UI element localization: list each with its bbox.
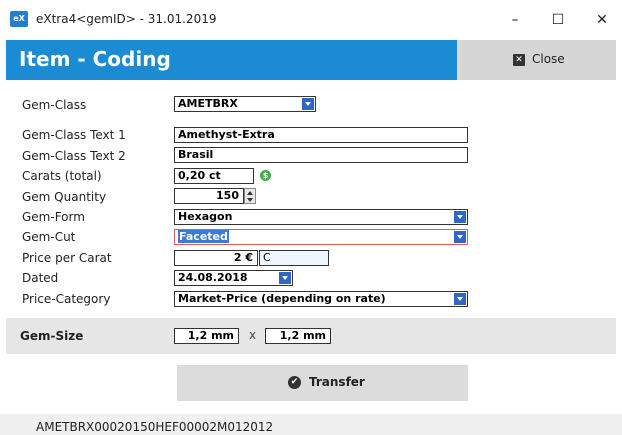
gem-form-value: Hexagon <box>178 210 233 223</box>
price-category-select[interactable]: Market-Price (depending on rate) <box>174 291 468 307</box>
gem-class-text2-field[interactable]: Brasil <box>174 147 468 163</box>
price-per-carat-label: Price per Carat <box>22 251 112 265</box>
transfer-button-label: Transfer <box>309 375 365 389</box>
quantity-stepper[interactable] <box>244 188 256 204</box>
carats-field[interactable]: 0,20 ct <box>174 168 254 184</box>
gem-class-text2-label: Gem-Class Text 2 <box>22 149 126 163</box>
gem-form-select[interactable]: Hexagon <box>174 209 468 225</box>
page-title: Item - Coding <box>19 47 171 71</box>
chevron-down-icon[interactable] <box>454 293 466 305</box>
gem-quantity-field[interactable]: 150 <box>174 188 244 204</box>
window-close-button[interactable]: ✕ <box>582 6 622 34</box>
close-button-label: Close <box>532 52 565 66</box>
item-code: AMETBRX00020150HEF00002M012012 <box>36 420 274 434</box>
gem-class-text1-field[interactable]: Amethyst-Extra <box>174 127 468 143</box>
gem-class-text1-label: Gem-Class Text 1 <box>22 128 126 142</box>
check-icon: ✔ <box>288 376 301 389</box>
gem-size-label: Gem-Size <box>20 329 84 343</box>
dated-label: Dated <box>22 271 59 285</box>
maximize-button[interactable]: ☐ <box>538 6 578 34</box>
chevron-down-icon[interactable] <box>454 231 466 243</box>
page-header: Item - Coding ✕ Close <box>6 40 616 80</box>
gem-size-width-field[interactable]: 1,2 mm <box>174 328 239 344</box>
gem-size-height-field[interactable]: 1,2 mm <box>265 328 331 344</box>
stepper-down-icon[interactable] <box>247 198 253 202</box>
price-code-field[interactable]: C <box>259 250 329 266</box>
close-icon: ✕ <box>513 54 525 66</box>
price-category-value: Market-Price (depending on rate) <box>178 292 386 305</box>
gem-cut-value: Faceted <box>178 230 229 243</box>
app-icon: eX <box>10 11 28 27</box>
price-category-label: Price-Category <box>22 292 111 306</box>
gem-cut-label: Gem-Cut <box>22 230 76 244</box>
chevron-down-icon[interactable] <box>454 211 466 223</box>
transfer-button[interactable]: ✔ Transfer <box>177 365 468 401</box>
status-bar: AMETBRX00020150HEF00002M012012 <box>0 414 622 435</box>
dated-select[interactable]: 24.08.2018 <box>174 270 293 286</box>
close-button[interactable]: ✕ Close <box>457 40 616 80</box>
gem-size-separator: x <box>249 328 257 342</box>
carats-label: Carats (total) <box>22 169 102 183</box>
stepper-up-icon[interactable] <box>247 191 253 195</box>
window-title: eXtra4<gemID> - 31.01.2019 <box>36 12 217 26</box>
gem-class-label: Gem-Class <box>22 98 87 112</box>
minimize-button[interactable]: – <box>495 6 535 34</box>
window-titlebar: eX eXtra4<gemID> - 31.01.2019 – ☐ ✕ <box>0 0 622 40</box>
chevron-down-icon[interactable] <box>279 272 291 284</box>
gem-class-select[interactable]: AMETBRX <box>174 96 316 112</box>
chevron-down-icon[interactable] <box>302 98 314 110</box>
gem-size-row: Gem-Size 1,2 mm x 1,2 mm <box>6 318 616 354</box>
price-per-carat-field[interactable]: 2 € <box>174 250 258 266</box>
gem-class-value: AMETBRX <box>178 97 238 110</box>
dollar-badge-icon[interactable]: $ <box>260 170 271 181</box>
gem-cut-select[interactable]: Faceted <box>174 229 468 245</box>
dated-value: 24.08.2018 <box>178 271 248 284</box>
gem-form-label: Gem-Form <box>22 210 85 224</box>
gem-quantity-label: Gem Quantity <box>22 190 107 204</box>
